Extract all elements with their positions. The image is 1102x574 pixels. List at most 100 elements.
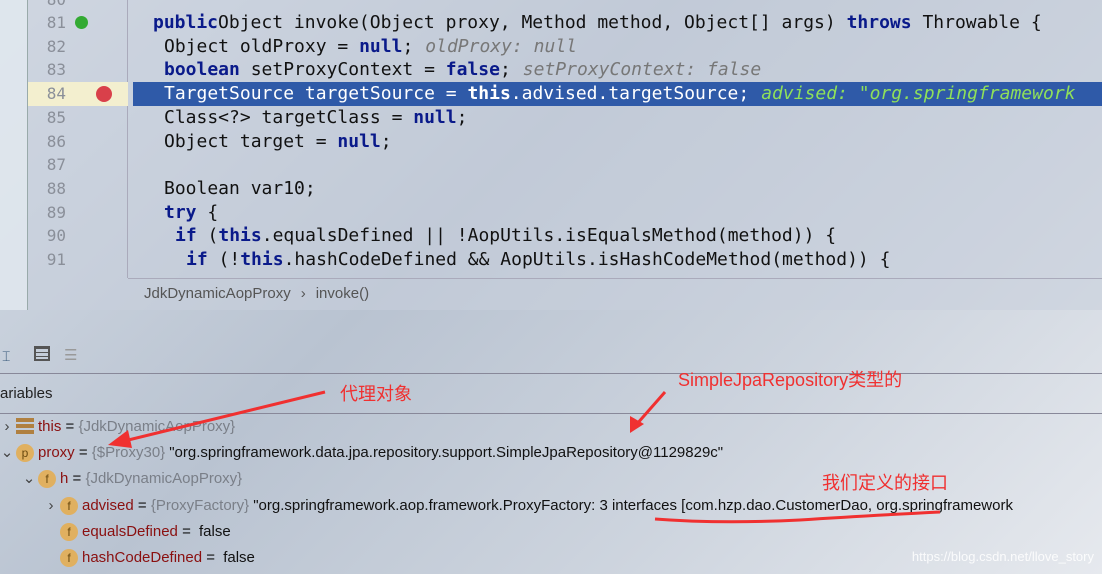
code-editor: 8081publicObject invoke(Object proxy, Me… — [0, 0, 1102, 310]
code-text[interactable]: publicObject invoke(Object proxy, Method… — [153, 11, 1042, 35]
field-icon: f — [60, 549, 78, 568]
line-number[interactable]: 83 — [28, 58, 66, 82]
code-token: .equalsDefined || !AopUtils.isEqualsMeth… — [261, 225, 837, 247]
code-text[interactable]: Boolean var10; — [164, 177, 316, 201]
code-token: { — [196, 201, 219, 223]
code-line: 82 Object oldProxy = null; oldProxy: null — [0, 35, 1102, 59]
code-text[interactable]: TargetSource targetSource = this.advised… — [164, 82, 1076, 106]
field-list-icon — [16, 418, 34, 437]
line-number[interactable]: 81 — [28, 11, 66, 35]
code-line: 83 boolean setProxyContext = false; setPro… — [0, 58, 1102, 82]
code-line: 91 if (!this.hashCodeDefined && AopUtils.… — [0, 248, 1102, 272]
chevron-right-icon[interactable]: › — [42, 493, 60, 519]
line-number[interactable]: 91 — [28, 248, 66, 272]
code-token: Class<?> targetClass = — [164, 106, 414, 128]
code-text[interactable]: if (this.equalsDefined || !AopUtils.isEq… — [175, 224, 836, 248]
keyword: if — [175, 225, 197, 247]
variable-type: {JdkDynamicAopProxy} — [85, 470, 243, 488]
code-text[interactable]: Class<?> targetClass = null; — [164, 106, 467, 130]
code-token: Object oldProxy = — [164, 35, 360, 57]
variable-row[interactable]: › f advised = {ProxyFactory} "org.springfra… — [42, 493, 1013, 519]
code-token: Object target = — [164, 130, 338, 152]
code-line: 88 Boolean var10; — [0, 177, 1102, 201]
parameter-icon: p — [16, 444, 34, 463]
code-token: ( — [196, 225, 219, 247]
code-line: 90 if (this.equalsDefined || !AopUtils.is… — [0, 224, 1102, 248]
arrowhead-simplejpa — [630, 416, 644, 433]
equals: = — [202, 549, 220, 566]
variable-value: "org.springframework.aop.framework.Proxy… — [253, 496, 1013, 514]
keyword: if — [186, 249, 208, 270]
code-text[interactable]: boolean setProxyContext = false; setProxy… — [164, 58, 761, 82]
line-number[interactable]: 89 — [28, 201, 66, 225]
code-token: ; — [456, 106, 468, 128]
line-number[interactable]: 84 — [28, 82, 66, 106]
variable-value: false — [199, 522, 231, 540]
code-token: Object invoke(Object proxy, Method metho… — [218, 12, 847, 33]
annotation-proxy-object: 代理对象 — [340, 384, 412, 404]
variable-row[interactable]: ⌄ p proxy = {$Proxy30} "org.springframework… — [0, 440, 723, 466]
debug-toolbar: ⌶ ☰ — [0, 340, 1102, 374]
inline-debug-value: advised: "org.springframework — [761, 83, 1076, 105]
breadcrumb-class[interactable]: JdkDynamicAopProxy — [144, 285, 291, 302]
table-icon[interactable] — [34, 346, 50, 361]
code-token: ; — [402, 35, 414, 57]
code-text[interactable]: try { — [164, 201, 218, 225]
field-icon: f — [60, 496, 78, 515]
equals: = — [74, 444, 92, 462]
line-number[interactable]: 86 — [28, 130, 66, 154]
code-text[interactable]: Object target = null; — [164, 130, 392, 154]
line-number[interactable]: 88 — [28, 177, 66, 201]
code-token: (! — [207, 249, 241, 270]
code-token: Boolean var10; — [164, 177, 316, 199]
code-token: TargetSource targetSource = — [164, 83, 468, 105]
keyword: this — [240, 249, 284, 270]
breadcrumb: JdkDynamicAopProxy › invoke() — [128, 278, 1102, 310]
annotation-our-interface: 我们定义的接口 — [822, 473, 948, 493]
variable-name: advised — [82, 496, 134, 514]
restore-layout-icon[interactable]: ☰ — [64, 346, 77, 364]
variable-row[interactable]: f hashCodeDefined = false — [42, 545, 255, 571]
line-number[interactable]: 87 — [28, 153, 66, 177]
code-token: Throwable { — [911, 12, 1042, 33]
variable-name: hashCodeDefined — [82, 549, 203, 566]
line-number[interactable]: 90 — [28, 224, 66, 248]
equals: = — [177, 522, 196, 540]
code-text[interactable]: Object oldProxy = null; oldProxy: null — [164, 35, 577, 59]
code-token: .advised.targetSource; — [510, 83, 750, 105]
code-line: 89 try { — [0, 201, 1102, 225]
equals: = — [61, 418, 79, 435]
annotation-simplejpa: SimpleJpaRepository类型的 — [678, 370, 903, 390]
keyword: null — [413, 106, 457, 128]
implements-method-icon[interactable] — [75, 16, 88, 29]
cursor-icon[interactable]: ⌶ — [2, 348, 10, 365]
keyword: this — [467, 83, 511, 105]
variable-name: equalsDefined — [82, 522, 178, 540]
keyword: throws — [846, 12, 912, 33]
chevron-right-icon[interactable]: › — [0, 414, 16, 440]
breadcrumb-method[interactable]: invoke() — [316, 285, 369, 302]
variable-row[interactable]: ⌄ f h = {JdkDynamicAopProxy} — [20, 466, 246, 492]
code-line: 87 — [0, 153, 1102, 177]
keyword: public — [153, 12, 219, 33]
breakpoint-icon[interactable] — [96, 86, 112, 103]
field-icon: f — [38, 470, 56, 489]
chevron-down-icon[interactable]: ⌄ — [20, 466, 38, 492]
variable-type: {$Proxy30} — [91, 444, 166, 462]
variable-row[interactable]: f equalsDefined = false — [42, 519, 231, 545]
watermark: https://blog.csdn.net/llove_story — [911, 549, 1094, 564]
variable-value: "org.springframework.data.jpa.repository… — [169, 444, 724, 462]
code-text[interactable]: if (!this.hashCodeDefined && AopUtils.is… — [186, 248, 890, 272]
chevron-down-icon[interactable]: ⌄ — [0, 440, 16, 466]
keyword: null — [337, 130, 381, 152]
keyword: try — [164, 201, 197, 223]
line-number[interactable]: 82 — [28, 35, 66, 59]
code-token: ; — [380, 130, 392, 152]
code-line: 84 TargetSource targetSource = this.advis… — [0, 82, 1102, 107]
variable-value: false — [223, 549, 255, 566]
variable-type: {ProxyFactory} — [150, 496, 250, 514]
code-line: 85 Class<?> targetClass = null; — [0, 106, 1102, 130]
line-number[interactable]: 85 — [28, 106, 66, 130]
variable-row[interactable]: › this = {JdkDynamicAopProxy} — [0, 414, 239, 440]
variables-header: ariables — [0, 374, 1102, 414]
